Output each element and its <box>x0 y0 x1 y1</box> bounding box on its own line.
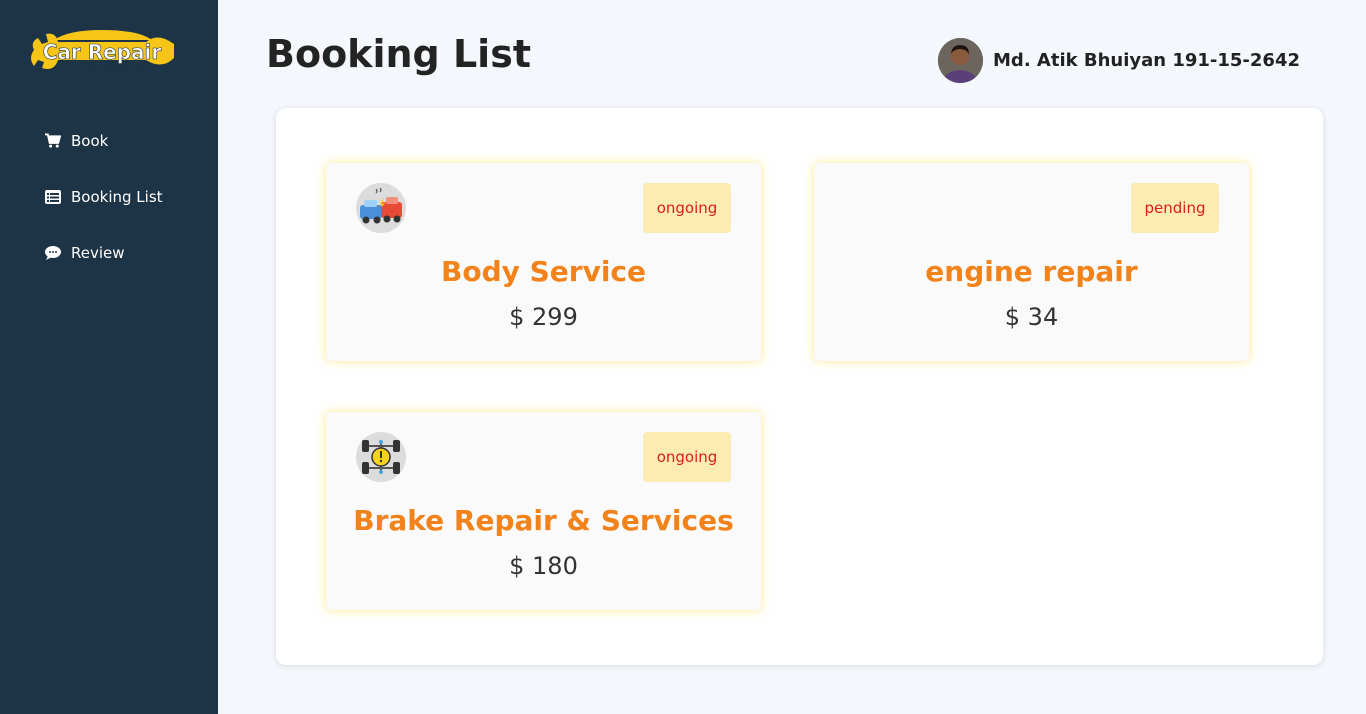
sidebar-item-book[interactable]: Book <box>45 132 108 150</box>
status-badge: ongoing <box>643 183 731 233</box>
booking-panel: ongoing Body Service $ 299 pending engin… <box>276 108 1323 665</box>
car-crash-icon <box>356 183 406 233</box>
logo-text: Car Repair <box>43 40 162 64</box>
sidebar-item-label: Book <box>71 132 109 150</box>
car-repair-logo[interactable]: Car Repair SERVICES <box>28 28 176 80</box>
sidebar-item-label: Review <box>71 244 125 262</box>
service-title: Brake Repair & Services <box>353 504 734 537</box>
service-price: $ 34 <box>1004 303 1059 331</box>
sidebar-item-review[interactable]: Review <box>45 244 125 262</box>
brake-warning-icon <box>356 432 406 482</box>
page-title: Booking List <box>266 32 531 76</box>
avatar[interactable] <box>938 38 984 83</box>
status-badge: pending <box>1131 183 1219 233</box>
booking-card[interactable]: pending engine repair $ 34 <box>814 163 1249 361</box>
sidebar-item-label: Booking List <box>71 188 163 206</box>
booking-card[interactable]: ongoing Body Service $ 299 <box>326 163 761 361</box>
service-price: $ 299 <box>509 303 578 331</box>
service-price: $ 180 <box>509 552 578 580</box>
user-name: Md. Atik Bhuiyan 191-15-2642 <box>993 50 1300 71</box>
user-profile[interactable]: Md. Atik Bhuiyan 191-15-2642 <box>938 38 1300 83</box>
booking-card[interactable]: ongoing Brake Repair & Services $ 180 <box>326 412 761 610</box>
status-badge: ongoing <box>643 432 731 482</box>
wrench-logo-icon: Car Repair SERVICES <box>31 30 174 72</box>
comment-icon <box>45 245 61 261</box>
sidebar: Car Repair SERVICES Book Booking List Re… <box>0 0 218 714</box>
service-title: Body Service <box>440 255 647 288</box>
sidebar-item-booking-list[interactable]: Booking List <box>45 188 163 206</box>
service-title: engine repair <box>925 255 1138 288</box>
list-icon <box>45 189 61 205</box>
logo-subtext: SERVICES <box>89 64 143 72</box>
cart-icon <box>45 133 61 149</box>
